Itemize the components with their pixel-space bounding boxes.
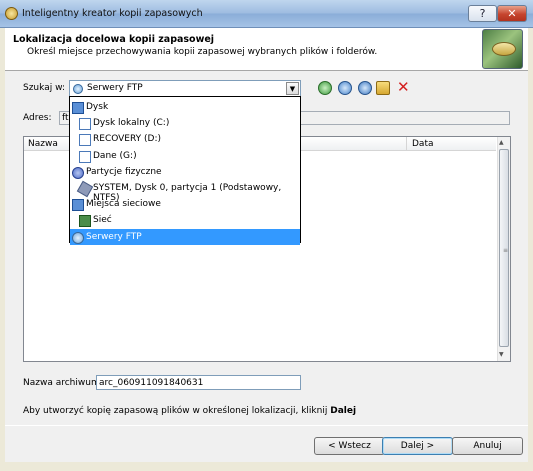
dropdown-item-label: Serwery FTP (86, 231, 142, 242)
scroll-grip-icon: ≡ (503, 247, 509, 254)
ftp-icon (73, 84, 83, 94)
dropdown-item[interactable]: Serwery FTP (70, 228, 300, 245)
network-icon (79, 215, 91, 228)
dropdown-item-label: RECOVERY (D:) (93, 134, 162, 145)
disk-icon (72, 166, 84, 179)
scroll-up-icon[interactable]: ▲ (499, 139, 504, 146)
hint-main: Aby utworzyć kopię zapasową plików w okr… (23, 406, 331, 416)
backup-disk-icon (492, 42, 516, 56)
dropdown-item[interactable]: Dane (G:) (70, 148, 300, 164)
back-button[interactable]: < Wstecz (314, 437, 385, 455)
network-places-icon (72, 199, 84, 212)
drive-icon (79, 150, 91, 163)
column-header-name[interactable]: Nazwa (28, 139, 58, 149)
partition-icon (76, 180, 94, 198)
scroll-down-icon[interactable]: ▼ (499, 351, 504, 358)
hint-text: Aby utworzyć kopię zapasową plików w okr… (23, 406, 356, 416)
dropdown-item[interactable]: SYSTEM, Dysk 0, partycja 1 (Podstawowy, … (70, 180, 300, 203)
dropdown-item[interactable]: Dysk (70, 99, 300, 115)
location-selected: Serwery FTP (87, 83, 143, 93)
divider (5, 425, 528, 426)
cancel-button[interactable]: Anuluj (452, 437, 523, 455)
ftp-icon (72, 231, 84, 244)
delete-icon[interactable]: ✕ (397, 78, 410, 96)
location-combobox[interactable]: Serwery FTP ▼ (69, 80, 301, 97)
dropdown-item[interactable]: Miejsca sieciowe (70, 196, 300, 212)
app-icon (5, 7, 18, 20)
dropdown-item-label: Partycje fizyczne (86, 166, 162, 177)
dropdown-item[interactable]: Sieć (70, 212, 300, 228)
page-subtitle: Określ miejsce przechowywania kopii zapa… (27, 47, 378, 57)
archive-name-input[interactable]: arc_060911091840631 (96, 375, 301, 390)
location-dropdown-list[interactable]: Dysk Dysk lokalny (C:) RECOVERY (D:) Dane (… (69, 96, 301, 245)
next-button[interactable]: Dalej > (382, 437, 453, 455)
dropdown-item-label: Dysk lokalny (C:) (93, 118, 170, 129)
close-button[interactable]: ✕ (497, 5, 527, 22)
page-title: Lokalizacja docelowa kopii zapasowej (13, 34, 215, 45)
dropdown-item-label: Dysk (86, 102, 109, 112)
drive-icon (79, 134, 91, 147)
window-title: Inteligentny kreator kopii zapasowych (22, 8, 203, 19)
help-button[interactable]: ? (468, 5, 497, 22)
hint-bold: Dalej (330, 406, 357, 416)
dropdown-item[interactable]: Dysk lokalny (C:) (70, 115, 300, 131)
vertical-scrollbar[interactable]: ▲ ≡ ▼ (497, 137, 510, 361)
title-bar[interactable]: Inteligentny kreator kopii zapasowych ? … (0, 0, 533, 28)
location-label: Szukaj w: (23, 83, 65, 93)
header-panel: Lokalizacja docelowa kopii zapasowej Okr… (5, 28, 528, 71)
scroll-thumb[interactable]: ≡ (499, 149, 509, 347)
column-header-date[interactable]: Data (412, 139, 434, 149)
drive-icon (79, 118, 91, 131)
combo-arrow-button[interactable]: ▼ (286, 82, 299, 95)
dropdown-item[interactable]: RECOVERY (D:) (70, 131, 300, 147)
address-label: Adres: (23, 113, 52, 123)
column-separator[interactable] (406, 137, 407, 151)
dropdown-item-label: Dane (G:) (93, 150, 137, 161)
dropdown-item[interactable]: Partycje fizyczne (70, 164, 300, 180)
computer-icon (72, 102, 84, 114)
back-icon[interactable] (318, 81, 332, 95)
refresh-icon[interactable] (358, 81, 372, 95)
archive-name-label: Nazwa archiwum: (23, 378, 103, 388)
dropdown-item-label: Miejsca sieciowe (86, 199, 161, 210)
dropdown-item-label: Sieć (93, 215, 112, 226)
archive-name-value: arc_060911091840631 (99, 378, 204, 388)
up-icon[interactable] (338, 81, 352, 95)
new-folder-icon[interactable] (376, 81, 390, 95)
wizard-logo-icon (482, 29, 523, 69)
